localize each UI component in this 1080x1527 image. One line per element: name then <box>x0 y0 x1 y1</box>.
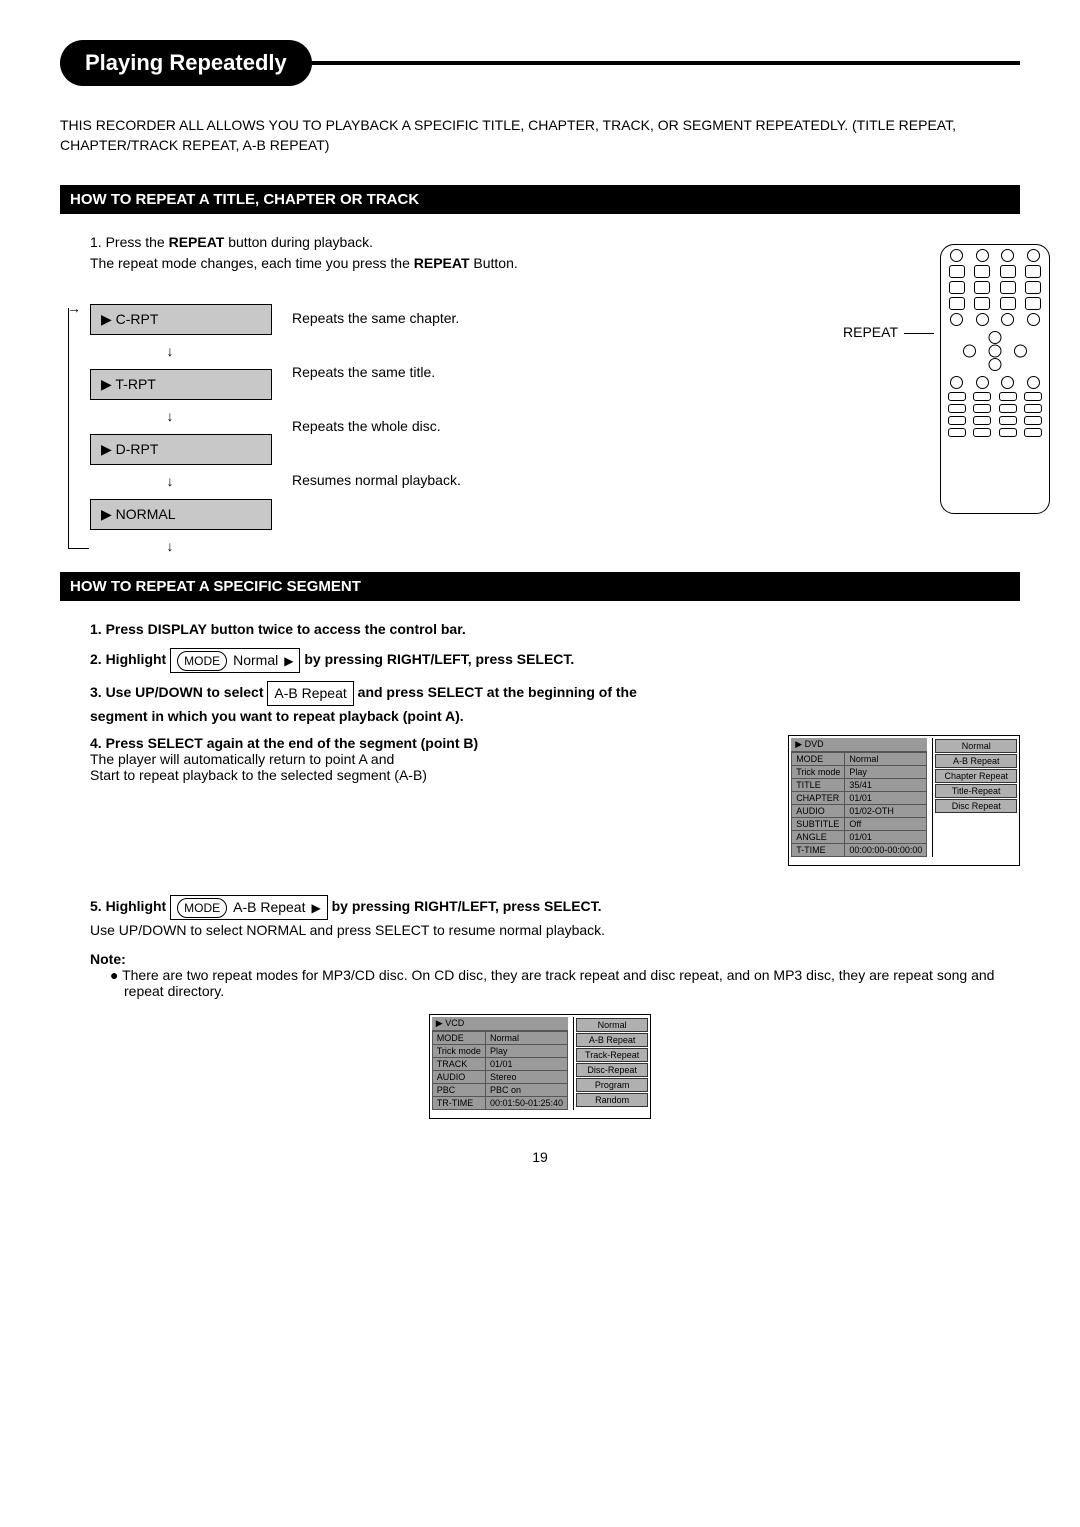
desc-d-rpt: Repeats the whole disc. <box>292 418 461 434</box>
seg-step3-mid: and press SELECT at the beginning of the <box>358 684 637 700</box>
arrow-down-icon <box>90 412 250 422</box>
vcd-osd: ▶ VCD MODENormal Trick modePlay TRACK01/… <box>429 1014 651 1119</box>
ab-repeat-value: A-B Repeat <box>274 683 346 704</box>
mode-pill: MODE <box>177 898 227 918</box>
seg-step-2: 2. Highlight MODE Normal ▶ by pressing R… <box>90 648 1020 673</box>
title-bar: Playing Repeatedly <box>60 40 1020 86</box>
osd-item: Random <box>576 1093 648 1107</box>
seg-step-4: 4. Press SELECT again at the end of the … <box>90 735 590 783</box>
title-rule <box>312 61 1020 65</box>
mode-value: Normal <box>233 650 278 671</box>
step1-line2-bold: REPEAT <box>414 255 470 271</box>
seg-step-4-block: 4. Press SELECT again at the end of the … <box>90 735 1020 875</box>
osd-item: A-B Repeat <box>935 754 1017 768</box>
intro-text: THIS RECORDER ALL ALLOWS YOU TO PLAYBACK… <box>60 116 1020 155</box>
seg-step3-line2: segment in which you want to repeat play… <box>90 708 464 724</box>
section-1-header: HOW TO REPEAT A TITLE, CHAPTER OR TRACK <box>60 185 1020 214</box>
loop-arrow-icon <box>68 308 89 549</box>
seg-step4-line3: Start to repeat playback to the selected… <box>90 767 427 783</box>
dvd-osd-table: MODENormal Trick modePlay TITLE35/41 CHA… <box>791 752 927 857</box>
mode-value: A-B Repeat <box>233 897 305 918</box>
desc-t-rpt: Repeats the same title. <box>292 364 461 380</box>
page-number: 19 <box>60 1149 1020 1165</box>
mode-pill: MODE <box>177 651 227 671</box>
osd-item: A-B Repeat <box>576 1033 648 1047</box>
note-label: Note: <box>90 951 1020 967</box>
vcd-osd-wrap: ▶ VCD MODENormal Trick modePlay TRACK01/… <box>60 1014 1020 1119</box>
repeat-callout-label: REPEAT <box>843 244 898 340</box>
arrow-down-icon <box>90 542 250 552</box>
repeat-modes-block: ▶ C-RPT ▶ T-RPT ▶ D-RPT ▶ NORMAL Repeats… <box>90 304 1020 552</box>
dvd-osd-title: ▶ DVD <box>791 738 927 752</box>
section-2-header: HOW TO REPEAT A SPECIFIC SEGMENT <box>60 572 1020 601</box>
step1-suffix: button during playback. <box>224 234 373 250</box>
seg-step-5: 5. Highlight MODE A-B Repeat ▶ by pressi… <box>90 895 1020 941</box>
seg-step-1: 1. Press DISPLAY button twice to access … <box>90 619 1020 640</box>
play-icon: ▶ <box>284 652 293 670</box>
seg-step3-prefix: 3. Use UP/DOWN to select <box>90 684 264 700</box>
step1-line2-prefix: The repeat mode changes, each time you p… <box>90 255 414 271</box>
mode-normal: ▶ NORMAL <box>90 499 272 530</box>
osd-item: Program <box>576 1078 648 1092</box>
seg-step5-line2: Use UP/DOWN to select NORMAL and press S… <box>90 922 605 938</box>
remote-control-illustration <box>940 244 1050 514</box>
seg-step4-line2: The player will automatically return to … <box>90 751 394 767</box>
note-bullet: ● There are two repeat modes for MP3/CD … <box>110 967 1020 999</box>
mode-normal-box: MODE Normal ▶ <box>170 648 300 673</box>
arrow-down-icon <box>90 477 250 487</box>
ab-repeat-box: A-B Repeat <box>267 681 353 706</box>
mode-t-rpt: ▶ T-RPT <box>90 369 272 400</box>
seg-step5-prefix: 5. Highlight <box>90 898 166 914</box>
vcd-osd-table: MODENormal Trick modePlay TRACK01/01 AUD… <box>432 1031 568 1110</box>
osd-item: Track-Repeat <box>576 1048 648 1062</box>
desc-normal: Resumes normal playback. <box>292 472 461 488</box>
remote-callout: REPEAT <box>843 244 1050 514</box>
mode-c-rpt: ▶ C-RPT <box>90 304 272 335</box>
step1-bold: REPEAT <box>169 234 225 250</box>
arrow-down-icon <box>90 347 250 357</box>
dvd-osd-left: ▶ DVD MODENormal Trick modePlay TITLE35/… <box>791 738 927 857</box>
play-icon: ▶ <box>311 899 320 917</box>
seg-step4: 4. Press SELECT again at the end of the … <box>90 735 478 751</box>
vcd-osd-menu: Normal A-B Repeat Track-Repeat Disc-Repe… <box>573 1017 648 1110</box>
osd-item: Normal <box>576 1018 648 1032</box>
osd-item: Title-Repeat <box>935 784 1017 798</box>
dvd-osd: ▶ DVD MODENormal Trick modePlay TITLE35/… <box>788 735 1020 866</box>
osd-item: Disc Repeat <box>935 799 1017 813</box>
seg-step-3: 3. Use UP/DOWN to select A-B Repeat and … <box>90 681 1020 727</box>
mode-d-rpt: ▶ D-RPT <box>90 434 272 465</box>
seg-step2-suffix: by pressing RIGHT/LEFT, press SELECT. <box>304 651 574 667</box>
mode-ab-repeat-box: MODE A-B Repeat ▶ <box>170 895 328 920</box>
repeat-modes-descriptions: Repeats the same chapter. Repeats the sa… <box>292 304 461 552</box>
desc-c-rpt: Repeats the same chapter. <box>292 310 461 326</box>
step1-line2-suffix: Button. <box>470 255 518 271</box>
repeat-modes-list: ▶ C-RPT ▶ T-RPT ▶ D-RPT ▶ NORMAL <box>90 304 272 552</box>
vcd-osd-left: ▶ VCD MODENormal Trick modePlay TRACK01/… <box>432 1017 568 1110</box>
osd-item: Chapter Repeat <box>935 769 1017 783</box>
dvd-osd-menu: Normal A-B Repeat Chapter Repeat Title-R… <box>932 738 1017 857</box>
osd-item: Normal <box>935 739 1017 753</box>
seg-step2-prefix: 2. Highlight <box>90 651 166 667</box>
callout-line <box>904 333 934 334</box>
seg-step5-suffix: by pressing RIGHT/LEFT, press SELECT. <box>332 898 602 914</box>
step1-prefix: 1. Press the <box>90 234 169 250</box>
osd-item: Disc-Repeat <box>576 1063 648 1077</box>
vcd-osd-title: ▶ VCD <box>432 1017 568 1031</box>
note-block: Note: ● There are two repeat modes for M… <box>90 951 1020 999</box>
page-title: Playing Repeatedly <box>60 40 312 86</box>
